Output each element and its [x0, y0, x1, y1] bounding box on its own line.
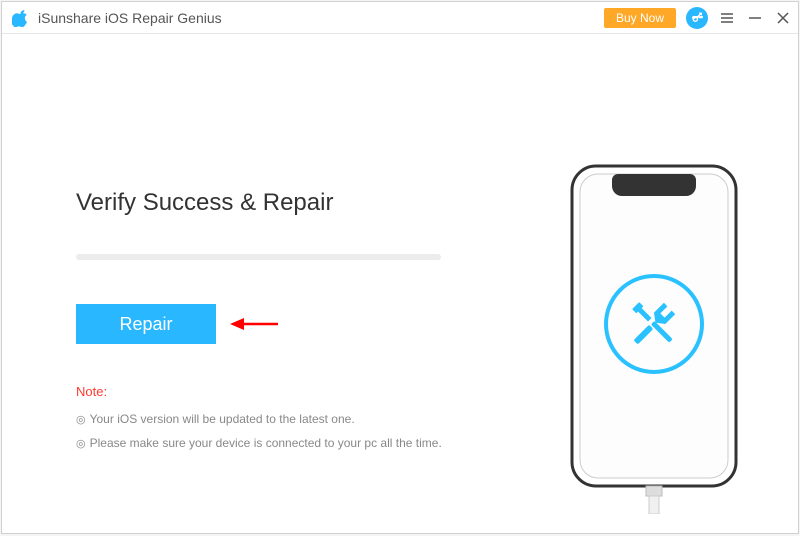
app-window: iSunshare iOS Repair Genius Buy Now	[1, 1, 799, 534]
phone-illustration	[564, 164, 744, 514]
close-button[interactable]	[776, 11, 790, 25]
minimize-button[interactable]	[748, 11, 762, 25]
hamburger-icon	[720, 11, 734, 25]
note-line-1: ◎Your iOS version will be updated to the…	[76, 412, 355, 426]
close-icon	[776, 11, 790, 25]
page-heading: Verify Success & Repair	[76, 189, 333, 217]
bullet-icon: ◎	[76, 438, 86, 450]
content-area: Verify Success & Repair Repair Note: ◎Yo…	[2, 34, 798, 533]
repair-button[interactable]: Repair	[76, 304, 216, 344]
progress-bar	[76, 254, 441, 260]
note-line-2: ◎Please make sure your device is connect…	[76, 436, 442, 450]
key-button[interactable]	[686, 7, 708, 29]
buy-now-button[interactable]: Buy Now	[604, 8, 676, 28]
app-title: iSunshare iOS Repair Genius	[38, 10, 604, 26]
pointer-arrow-icon	[230, 314, 278, 334]
app-logo-icon	[12, 9, 30, 27]
minimize-icon	[748, 11, 762, 25]
menu-button[interactable]	[720, 11, 734, 25]
window-controls	[720, 11, 790, 25]
note-label: Note:	[76, 384, 107, 399]
titlebar: iSunshare iOS Repair Genius Buy Now	[2, 2, 798, 34]
bullet-icon: ◎	[76, 414, 86, 426]
key-icon	[691, 11, 704, 24]
